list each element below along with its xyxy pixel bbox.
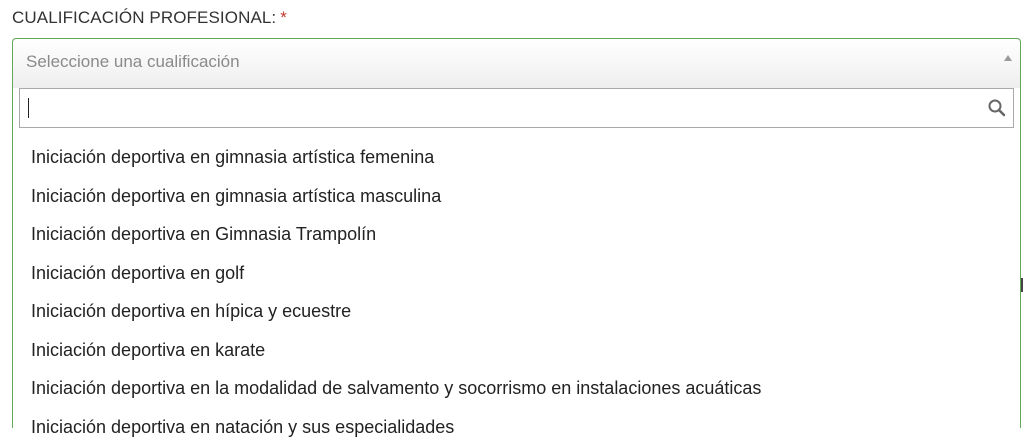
search-box[interactable] [19, 88, 1014, 128]
field-label-text: CUALIFICACIÓN PROFESIONAL: [12, 8, 276, 27]
search-input[interactable] [20, 89, 996, 127]
list-item[interactable]: Iniciación deportiva en gimnasia artísti… [13, 138, 1020, 177]
list-item[interactable]: Iniciación deportiva en natación y sus e… [13, 408, 1020, 446]
text-cursor [28, 98, 29, 118]
list-item[interactable]: Iniciación deportiva en Gimnasia Trampol… [13, 215, 1020, 254]
required-asterisk: * [280, 8, 287, 27]
background-edge-mark [1021, 278, 1023, 292]
qualification-select[interactable]: Seleccione una cualificación [12, 38, 1021, 88]
list-item[interactable]: Iniciación deportiva en gimnasia artísti… [13, 177, 1020, 216]
list-item[interactable]: Iniciación deportiva en karate [13, 331, 1020, 370]
list-item[interactable]: Iniciación deportiva en hípica y ecuestr… [13, 292, 1020, 331]
search-icon [987, 98, 1007, 118]
field-label: CUALIFICACIÓN PROFESIONAL:* [12, 8, 287, 28]
list-item[interactable]: Iniciación deportiva en golf [13, 254, 1020, 293]
options-list: Iniciación deportiva en gimnasia artísti… [13, 138, 1020, 446]
chevron-up-icon[interactable] [1004, 55, 1012, 61]
list-item[interactable]: Iniciación deportiva en la modalidad de … [13, 369, 1020, 408]
select-placeholder: Seleccione una cualificación [26, 52, 240, 72]
select-dropdown: Iniciación deportiva en gimnasia artísti… [12, 88, 1021, 428]
